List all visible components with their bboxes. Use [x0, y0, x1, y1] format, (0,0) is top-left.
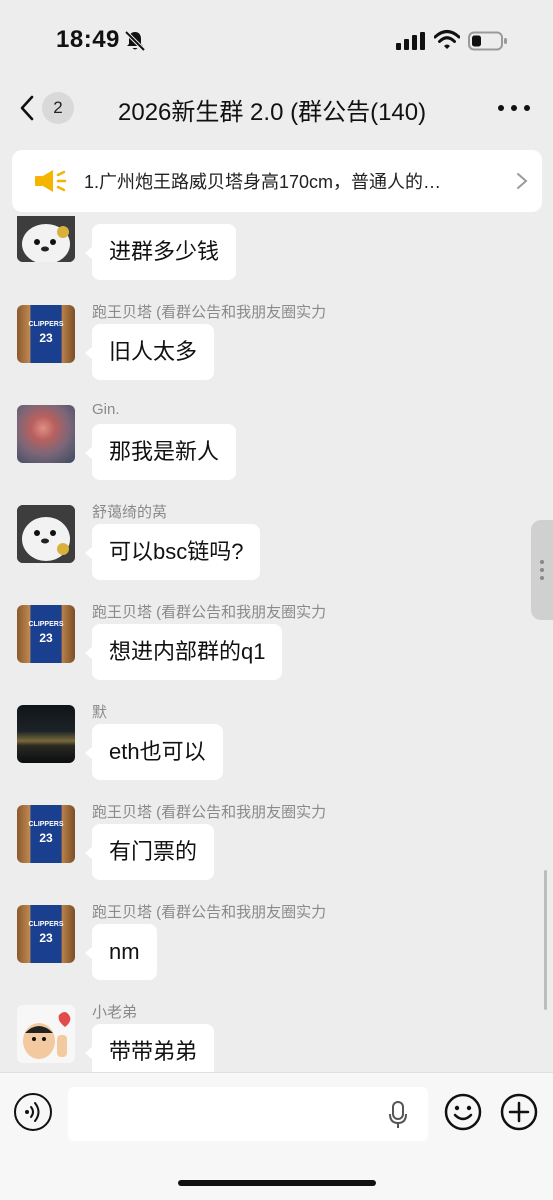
back-button[interactable]: 2: [18, 92, 82, 124]
announcement-text: 1.广州炮王路威贝塔身高170cm，普通人的…: [84, 172, 442, 192]
bear-avatar-image: [17, 505, 75, 563]
cellular-signal-icon: [396, 32, 425, 50]
battery-icon: [468, 31, 507, 51]
chat-message: Gin. 那我是新人: [0, 400, 553, 490]
emoji-icon[interactable]: [444, 1093, 482, 1131]
jersey-number-text: 23: [39, 831, 53, 845]
bear-avatar-image: [17, 216, 75, 262]
home-indicator[interactable]: [178, 1180, 376, 1186]
chat-message: CLIPPERS 23 跑王贝塔 (看群公告和我朋友圈实力 nm: [0, 900, 553, 990]
jersey-team-text: CLIPPERS: [28, 921, 63, 928]
message-bubble[interactable]: nm: [85, 924, 157, 980]
jersey-avatar[interactable]: CLIPPERS 23: [17, 905, 75, 963]
jersey-team-text: CLIPPERS: [28, 621, 63, 628]
chat-message: CLIPPERS 23 跑王贝塔 (看群公告和我朋友圈实力 有门票的: [0, 800, 553, 890]
cartoon-avatar-image: [17, 1005, 75, 1063]
microphone-icon[interactable]: [388, 1101, 408, 1129]
jersey-number-text: 23: [39, 631, 53, 645]
jersey-team-text: CLIPPERS: [28, 321, 63, 328]
bear-avatar[interactable]: [17, 216, 75, 262]
chat-title: 2026新生群 2.0 (群公告(140): [118, 99, 427, 126]
sender-name: 跑王贝塔 (看群公告和我朋友圈实力: [92, 804, 327, 821]
status-bar: 18:49: [0, 0, 553, 80]
wifi-icon: [434, 30, 460, 49]
message-bubble[interactable]: eth也可以: [85, 724, 223, 780]
handle-dot-icon: [540, 568, 544, 572]
more-dot-icon: [498, 105, 504, 111]
chat-message: 默 eth也可以: [0, 700, 553, 790]
jersey-number-text: 23: [39, 931, 53, 945]
chat-message: 舒蔼绮的莴 可以bsc链吗?: [0, 500, 553, 590]
scrollbar[interactable]: [544, 870, 547, 1010]
bear-avatar[interactable]: [17, 505, 75, 563]
sender-name: 跑王贝塔 (看群公告和我朋友圈实力: [92, 604, 327, 621]
message-bubble[interactable]: 那我是新人: [84, 424, 237, 480]
jersey-avatar[interactable]: CLIPPERS 23: [17, 305, 75, 363]
jersey-team-text: CLIPPERS: [28, 821, 63, 828]
chevron-left-icon: [20, 95, 34, 121]
side-drawer-handle[interactable]: [531, 520, 553, 620]
chat-header: 2 2026新生群 2.0 (群公告(140): [0, 80, 553, 136]
more-options-button[interactable]: [498, 96, 530, 120]
sender-name: 舒蔼绮的莴: [92, 504, 168, 521]
jersey-avatar-image: CLIPPERS 23: [28, 605, 64, 663]
group-announcement-banner[interactable]: 1.广州炮王路威贝塔身高170cm，普通人的…: [12, 150, 542, 212]
status-time: 18:49: [56, 26, 120, 53]
jersey-avatar-image: CLIPPERS 23: [28, 805, 64, 863]
more-dot-icon: [511, 105, 517, 111]
chat-message: CLIPPERS 23 跑王贝塔 (看群公告和我朋友圈实力 想进内部群的q1: [0, 600, 553, 690]
megaphone-icon: [35, 170, 67, 192]
more-dot-icon: [524, 105, 530, 111]
jersey-avatar[interactable]: CLIPPERS 23: [17, 805, 75, 863]
chat-message: 小老弟 带带弟弟: [0, 1000, 553, 1072]
message-bubble[interactable]: 旧人太多: [84, 324, 215, 380]
chat-message: CLIPPERS 23 跑王贝塔 (看群公告和我朋友圈实力 旧人太多: [0, 300, 553, 390]
message-bubble[interactable]: 进群多少钱: [84, 224, 237, 280]
bell-muted-icon: [124, 30, 146, 52]
sender-name: 小老弟: [92, 1004, 138, 1021]
plus-icon[interactable]: [500, 1093, 538, 1131]
dusk-avatar[interactable]: [17, 705, 75, 763]
message-bubble[interactable]: 有门票的: [84, 824, 215, 880]
cartoon-avatar[interactable]: [17, 1005, 75, 1063]
jersey-avatar-image: CLIPPERS 23: [28, 305, 64, 363]
chat-message: 进群多少钱: [0, 214, 553, 284]
voice-mode-button[interactable]: [14, 1093, 52, 1131]
message-bubble[interactable]: 可以bsc链吗?: [84, 524, 261, 580]
message-bubble[interactable]: 想进内部群的q1: [84, 624, 283, 680]
sender-name: 跑王贝塔 (看群公告和我朋友圈实力: [92, 304, 327, 321]
message-bubble[interactable]: 带带弟弟: [84, 1024, 215, 1072]
sender-name: 跑王贝塔 (看群公告和我朋友圈实力: [92, 904, 327, 921]
message-text-field[interactable]: [68, 1087, 428, 1141]
sender-name: Gin.: [92, 401, 120, 418]
voice-wave-icon: [25, 1102, 40, 1122]
chevron-right-icon: [517, 173, 528, 189]
handle-dot-icon: [540, 560, 544, 564]
unread-count-badge: 2: [42, 92, 74, 124]
jersey-avatar-image: CLIPPERS 23: [28, 905, 64, 963]
sender-name: 默: [92, 704, 108, 721]
cloud-avatar[interactable]: [17, 405, 75, 463]
jersey-number-text: 23: [39, 331, 53, 345]
jersey-avatar[interactable]: CLIPPERS 23: [17, 605, 75, 663]
handle-dot-icon: [540, 576, 544, 580]
